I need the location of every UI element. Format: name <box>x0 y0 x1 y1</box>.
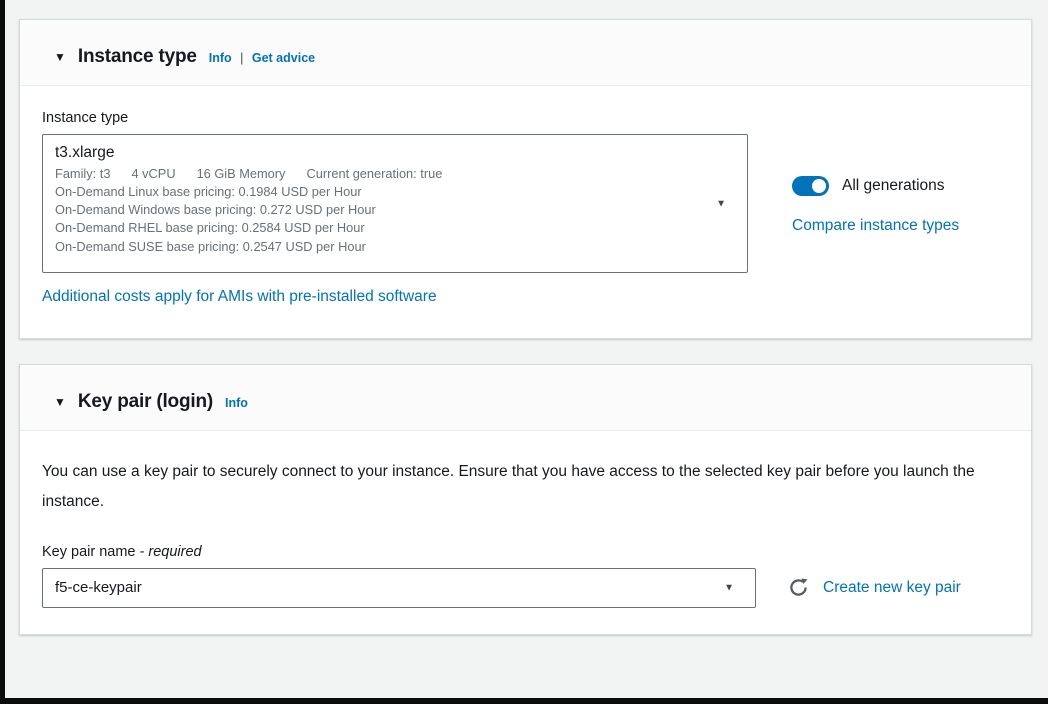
pricing-line-suse: On-Demand SUSE base pricing: 0.2547 USD … <box>55 238 699 256</box>
key-pair-description: You can use a key pair to securely conne… <box>42 457 994 517</box>
key-pair-section-header[interactable]: ▼ Key pair (login) Info <box>20 365 1031 431</box>
instance-type-select[interactable]: t3.xlarge Family: t3 4 vCPU 16 GiB Memory C… <box>42 134 748 273</box>
dropdown-caret-icon: ▼ <box>716 198 726 209</box>
ami-costs-link[interactable]: Additional costs apply for AMIs with pre… <box>42 288 437 306</box>
key-pair-select[interactable]: f5-ce-keypair ▼ <box>42 568 756 608</box>
info-link[interactable]: Info <box>209 51 232 65</box>
key-pair-side-actions: Create new key pair <box>789 568 961 608</box>
key-pair-name-label: Key pair name - required <box>42 544 1011 560</box>
pricing-line-windows: On-Demand Windows base pricing: 0.272 US… <box>55 201 699 219</box>
key-pair-section-body: You can use a key pair to securely conne… <box>20 431 1031 634</box>
instance-type-field-label: Instance type <box>42 110 1011 126</box>
all-generations-label: All generations <box>842 177 945 195</box>
spec-vcpu: 4 vCPU <box>131 166 175 181</box>
refresh-key-pairs-button[interactable] <box>789 578 808 597</box>
instance-type-section-header[interactable]: ▼ Instance type Info | Get advice <box>20 20 1031 86</box>
required-indicator: - required <box>140 544 202 560</box>
instance-type-section: ▼ Instance type Info | Get advice Instan… <box>19 19 1032 339</box>
header-links: Info <box>225 396 248 410</box>
dropdown-caret-icon: ▼ <box>724 582 734 593</box>
all-generations-toggle[interactable] <box>792 176 829 196</box>
create-new-key-pair-link[interactable]: Create new key pair <box>823 579 961 597</box>
pricing-line-linux: On-Demand Linux base pricing: 0.1984 USD… <box>55 183 699 201</box>
get-advice-link[interactable]: Get advice <box>252 51 315 65</box>
instance-type-section-body: Instance type t3.xlarge Family: t3 4 vCPU… <box>20 86 1031 338</box>
key-pair-section-title: Key pair (login) <box>78 391 213 413</box>
spec-generation: Current generation: true <box>306 166 442 181</box>
info-link[interactable]: Info <box>225 396 248 410</box>
compare-instance-types-link[interactable]: Compare instance types <box>792 217 959 235</box>
page-content: ▼ Instance type Info | Get advice Instan… <box>5 0 1048 635</box>
spec-family: Family: t3 <box>55 166 110 181</box>
pricing-line-rhel: On-Demand RHEL base pricing: 0.2584 USD … <box>55 219 699 237</box>
collapse-caret-icon[interactable]: ▼ <box>54 50 66 64</box>
header-links: Info | Get advice <box>209 51 315 65</box>
refresh-icon <box>789 578 808 597</box>
collapse-caret-icon[interactable]: ▼ <box>54 395 66 409</box>
all-generations-toggle-row[interactable]: All generations <box>792 176 959 196</box>
instance-specs: Family: t3 4 vCPU 16 GiB Memory Current gen… <box>55 165 699 183</box>
toggle-knob <box>812 179 826 193</box>
spec-memory: 16 GiB Memory <box>197 166 286 181</box>
link-separator: | <box>240 51 243 65</box>
instance-type-side-column: All generations Compare instance types <box>792 134 959 235</box>
instance-type-section-title: Instance type <box>78 46 197 68</box>
selected-instance-type: t3.xlarge <box>55 144 699 162</box>
key-pair-section: ▼ Key pair (login) Info You can use a ke… <box>19 364 1032 635</box>
selected-key-pair: f5-ce-keypair <box>55 579 142 596</box>
